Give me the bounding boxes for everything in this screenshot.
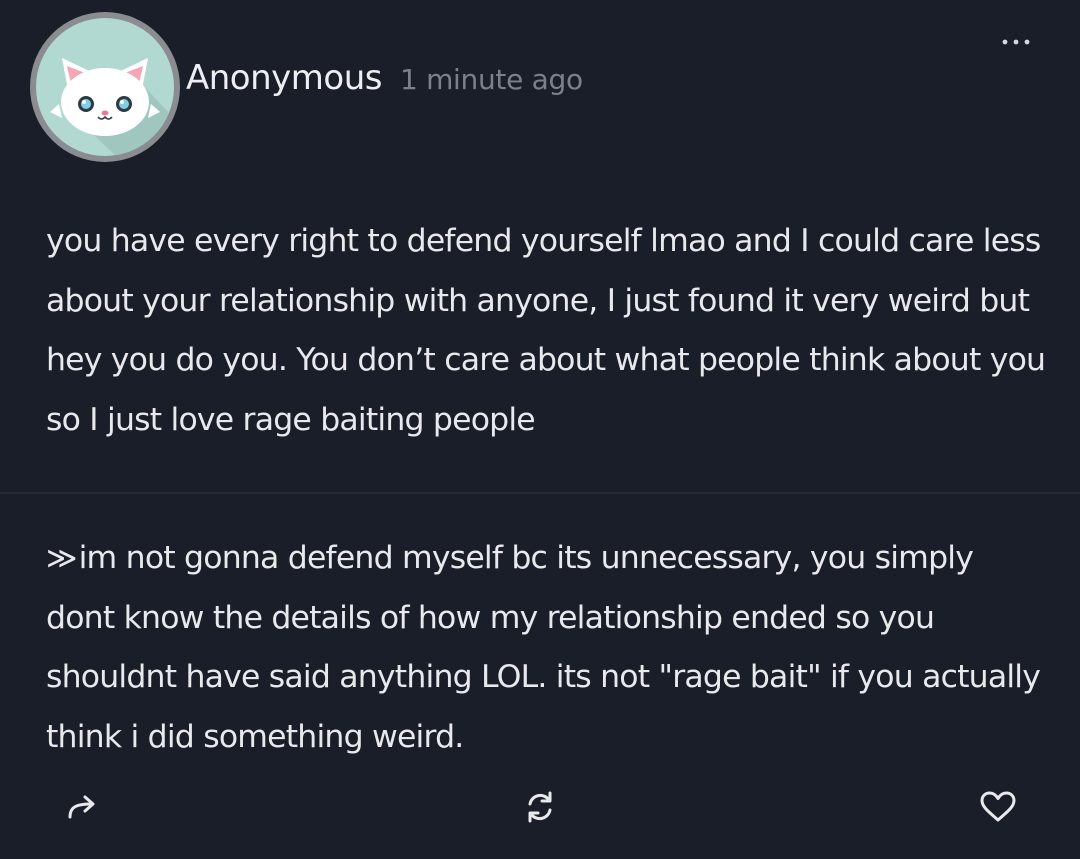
author-avatar[interactable] (30, 12, 180, 162)
answer-text: im not gonna defend myself bc its unnece… (46, 540, 1041, 755)
author-name[interactable]: Anonymous (186, 58, 382, 98)
question-text: you have every right to defend yourself … (46, 223, 1046, 438)
more-options-button[interactable] (996, 30, 1036, 54)
cat-avatar-image (36, 18, 174, 156)
share-arrow-icon (68, 795, 95, 819)
post-header: Anonymous 1 minute ago (186, 58, 583, 98)
post-timestamp: 1 minute ago (399, 63, 583, 96)
answer-block: ≫im not gonna defend myself bc its unnec… (46, 529, 1046, 767)
more-dots-icon (1002, 39, 1030, 45)
divider (0, 492, 1080, 494)
answer-marker: ≫ (46, 541, 77, 576)
refresh-icon (528, 791, 552, 823)
like-button[interactable] (976, 785, 1020, 829)
share-button[interactable] (60, 785, 104, 829)
reask-button[interactable] (518, 785, 562, 829)
heart-icon (980, 791, 1016, 822)
